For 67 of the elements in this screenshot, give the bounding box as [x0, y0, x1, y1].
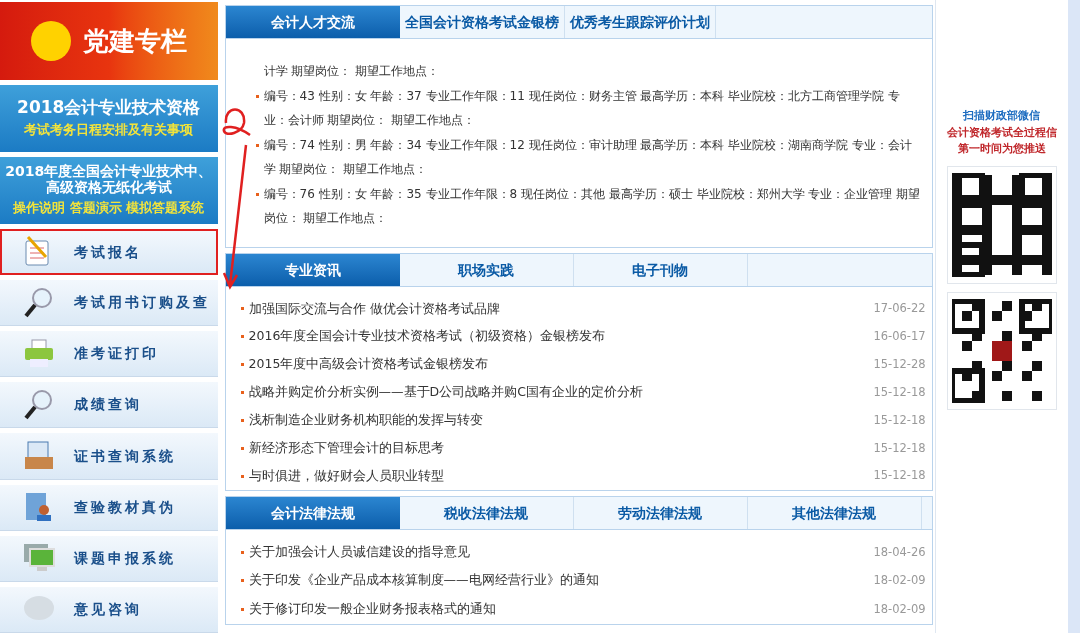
tab[interactable]: 全国会计资格考试金银榜: [399, 6, 565, 38]
news-link[interactable]: 与时俱进，做好财会人员职业转型: [248, 466, 444, 486]
scrollbar[interactable]: [1068, 0, 1080, 633]
news-link[interactable]: 关于印发《企业产品成本核算制度——电网经营行业》的通知: [248, 571, 599, 591]
bullet-icon: [240, 446, 244, 450]
news-link[interactable]: 战略并购定价分析实例——基于D公司战略并购C国有企业的定价分析: [248, 383, 643, 402]
talent-entry: 计学 期望岗位： 期望工作地点：: [262, 63, 441, 80]
banner-subtitle: 操作说明 答题演示 模拟答题系统: [13, 199, 205, 218]
news-date: 18-02-09: [873, 600, 926, 618]
bullet-icon: [240, 391, 244, 394]
news-date: 15-12-18: [873, 439, 926, 457]
banner-title: 2018年度全国会计专业技术中、高级资格无纸化考试: [4, 163, 214, 196]
talent-entry: 编号：74 性别：男 年龄：34 专业工作年限：12 现任岗位：审计助理 最高学历：本科 毕业院校：湖南商学院 专业：会计学 期望岗位： 期望工作地点：: [253, 132, 924, 182]
bullet-icon: [255, 94, 259, 98]
menu-item[interactable]: 考试报名: [0, 228, 218, 276]
news-link[interactable]: 2015年度中高级会计资格考试金银榜发布: [248, 355, 489, 374]
tab[interactable]: 税收法律法规: [399, 497, 574, 529]
news-date: 15-12-28: [873, 356, 926, 373]
bullet-icon: [240, 474, 244, 478]
bullet-icon: [240, 607, 244, 611]
banner-subtitle: 考试考务日程安排及有关事项: [24, 121, 194, 140]
news-link[interactable]: 新经济形态下管理会计的目标思考: [248, 438, 444, 458]
emblem-icon: [30, 21, 71, 62]
qr-caption: 第一时间为您推送: [957, 141, 1046, 157]
news-link[interactable]: 关于加强会计人员诚信建设的指导意见: [248, 542, 470, 562]
news-link[interactable]: 关于修订印发一般企业财务报表格式的通知: [248, 599, 496, 619]
tab[interactable]: 电子刊物: [573, 254, 748, 286]
bullet-icon: [240, 418, 244, 422]
news-link[interactable]: 浅析制造企业财务机构职能的发挥与转变: [248, 411, 483, 430]
news-link[interactable]: 2016年度全国会计专业技术资格考试（初级资格）金银榜发布: [248, 327, 606, 347]
banner-title: 2018会计专业技术资格: [17, 97, 201, 118]
tab[interactable]: 劳动法律法规: [573, 497, 748, 529]
tab[interactable]: 其他法律法规: [747, 497, 922, 529]
banner-title: 党建专栏: [82, 24, 187, 58]
tab[interactable]: 优秀考生跟踪评价计划: [564, 6, 716, 38]
news-date: 15-12-18: [873, 383, 926, 401]
banner-link[interactable]: 党建专栏: [0, 2, 218, 81]
talent-entry: 编号：76 性别：女 年龄：35 专业工作年限：8 现任岗位：其他 最高学历：硕士 毕业院校：郑州大学 专业：企业管理 期望岗位： 期望工作地点：: [253, 181, 924, 231]
news-date: 18-02-09: [873, 572, 926, 590]
bullet-icon: [240, 307, 244, 311]
bullet-icon: [240, 335, 244, 339]
tab[interactable]: 专业资讯: [225, 254, 400, 286]
menu-item[interactable]: 考试用书订购及查: [0, 280, 218, 327]
news-date: 15-12-18: [873, 411, 926, 429]
bullet-icon: [255, 143, 259, 147]
news-date: 15-12-18: [873, 467, 926, 485]
qr-heading: 扫描财政部微信: [963, 108, 1041, 124]
bullet-icon: [240, 579, 244, 583]
news-link[interactable]: 加强国际交流与合作 做优会计资格考试品牌: [248, 299, 500, 319]
banner-link[interactable]: 2018年度全国会计专业技术中、高级资格无纸化考试 操作说明 答题演示 模拟答题系统: [0, 157, 218, 224]
bullet-icon: [255, 192, 259, 196]
news-date: 16-06-17: [873, 328, 926, 346]
menu-item[interactable]: 意见咨询: [0, 586, 218, 633]
menu-item[interactable]: 成绩查询: [0, 382, 218, 429]
menu-item[interactable]: 准考证打印: [0, 331, 218, 378]
tab[interactable]: 职场实践: [399, 254, 574, 286]
menu-item[interactable]: 课题申报系统: [0, 535, 218, 582]
menu-item[interactable]: 证书查询系统: [0, 433, 218, 480]
bullet-icon: [240, 363, 244, 367]
tab[interactable]: 会计法律法规: [225, 497, 400, 529]
bullet-icon: [240, 550, 244, 554]
news-date: 18-04-26: [873, 543, 926, 561]
tab[interactable]: 会计人才交流: [225, 6, 400, 38]
menu-item[interactable]: 查验教材真伪: [0, 484, 218, 531]
talent-entry: 编号：43 性别：女 年龄：37 专业工作年限：11 现任岗位：财务主管 最高学历：本科 毕业院校：北方工商管理学院 专业：会计师 期望岗位： 期望工作地点：: [253, 83, 924, 133]
news-date: 17-06-22: [873, 300, 926, 318]
qr-caption: 会计资格考试全过程信: [946, 124, 1057, 141]
